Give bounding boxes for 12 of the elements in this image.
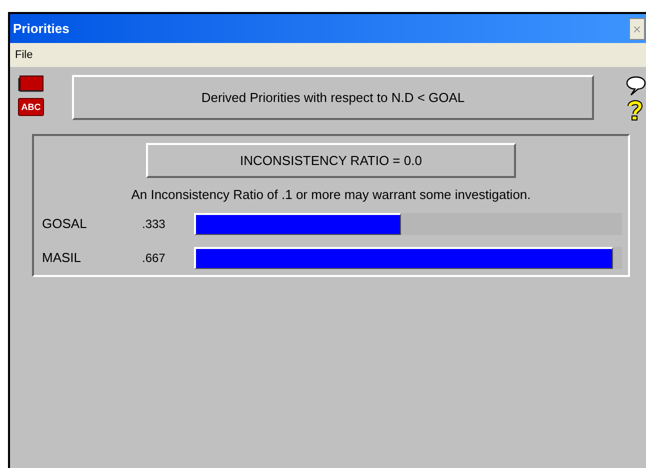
item-name: GOSAL <box>41 215 88 234</box>
help-icon[interactable] <box>626 99 644 121</box>
priority-value: .667 <box>141 250 166 267</box>
speech-bubble-icon[interactable] <box>626 75 646 97</box>
priority-value: .333 <box>141 216 166 233</box>
heading-panel: Derived Priorities with respect to N.D < GOAL <box>72 75 594 120</box>
item-name: MASIL <box>41 249 82 268</box>
inconsistency-note: An Inconsistency Ratio of .1 or more may warrant some investigation. <box>131 186 531 204</box>
window-title: Priorities <box>13 20 70 38</box>
inconsistency-ratio-panel: INCONSISTENCY RATIO = 0.0 <box>146 143 516 178</box>
menu-item[interactable]: File <box>12 46 36 64</box>
abc-icon[interactable]: ABC <box>18 98 44 116</box>
